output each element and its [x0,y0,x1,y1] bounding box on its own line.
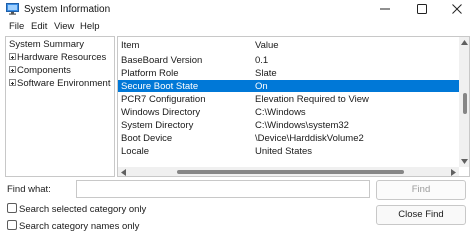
tree-item-label: System Summary [9,39,84,50]
search-selected-category-option[interactable]: Search selected category only [7,203,146,215]
search-category-names-option[interactable]: Search category names only [7,220,139,232]
vertical-scroll-thumb[interactable] [463,93,467,114]
cell-value: United States [255,146,313,157]
vertical-scrollbar[interactable] [459,37,469,167]
details-list: Item Value BaseBoard Version 0.1 Platfor… [117,36,470,177]
table-row[interactable]: PCR7 Configuration Elevation Required to… [118,93,459,105]
horizontal-scrollbar[interactable] [118,167,459,176]
maximize-button[interactable] [407,0,437,19]
table-row-selected[interactable]: Secure Boot State On [118,80,459,92]
horizontal-scroll-thumb[interactable] [177,170,404,174]
menu-bar: File Edit View Help [0,19,474,34]
column-header-value[interactable]: Value [255,40,279,51]
table-row[interactable]: Platform Role Slate [118,67,459,79]
expand-icon[interactable] [9,66,16,73]
search-category-names-checkbox[interactable] [7,220,17,230]
find-what-input[interactable] [76,180,370,198]
table-row[interactable]: Locale United States [118,145,459,157]
cell-value: Slate [255,68,277,79]
find-button[interactable]: Find [376,180,466,200]
cell-value: C:\Windows\system32 [255,120,349,131]
cell-value: \Device\HarddiskVolume2 [255,133,364,144]
search-selected-category-checkbox[interactable] [7,203,17,213]
close-find-button[interactable]: Close Find [376,205,466,225]
cell-item: Secure Boot State [121,81,199,92]
tree-item-software-environment[interactable]: Software Environment [9,78,110,90]
tree-item-label: Components [17,65,71,76]
list-header: Item Value [118,37,459,52]
scroll-right-icon[interactable] [451,169,456,176]
scroll-left-icon[interactable] [121,169,126,176]
minimize-icon [380,8,390,10]
table-row[interactable]: BaseBoard Version 0.1 [118,54,459,66]
find-what-label: Find what: [7,184,51,195]
cell-item: BaseBoard Version [121,55,203,66]
close-icon [452,4,462,14]
cell-value: 0.1 [255,55,269,66]
menu-help[interactable]: Help [80,21,100,32]
table-row[interactable]: Windows Directory C:\Windows [118,106,459,118]
expand-icon[interactable] [9,53,16,60]
tree-item-hardware-resources[interactable]: Hardware Resources [9,52,106,64]
tree-item-system-summary[interactable]: System Summary [9,39,84,51]
cell-item: System Directory [121,120,194,131]
cell-item: Platform Role [121,68,179,79]
title-bar: System Information [0,0,474,19]
column-header-item[interactable]: Item [121,40,139,51]
cell-value: On [255,81,268,92]
cell-item: Windows Directory [121,107,201,118]
table-row[interactable]: Boot Device \Device\HarddiskVolume2 [118,132,459,144]
cell-value: C:\Windows [255,107,306,118]
scroll-down-icon[interactable] [461,159,468,164]
cell-item: Locale [121,146,149,157]
close-window-button[interactable] [442,0,472,19]
table-row[interactable]: System Directory C:\Windows\system32 [118,119,459,131]
checkbox-label: Search category names only [19,221,140,232]
tree-item-label: Software Environment [17,78,111,89]
cell-item: PCR7 Configuration [121,94,206,105]
minimize-button[interactable] [370,0,400,19]
checkbox-label: Search selected category only [19,204,147,215]
menu-file[interactable]: File [9,21,24,32]
scroll-up-icon[interactable] [461,40,468,45]
tree-item-components[interactable]: Components [9,65,71,77]
cell-item: Boot Device [121,133,173,144]
window-title: System Information [24,4,111,15]
category-tree: System Summary Hardware Resources Compon… [5,36,115,177]
maximize-icon [417,4,427,14]
menu-view[interactable]: View [54,21,74,32]
menu-edit[interactable]: Edit [31,21,47,32]
system-information-icon [6,3,19,15]
tree-item-label: Hardware Resources [17,52,107,63]
cell-value: Elevation Required to View [255,94,369,105]
expand-icon[interactable] [9,79,16,86]
